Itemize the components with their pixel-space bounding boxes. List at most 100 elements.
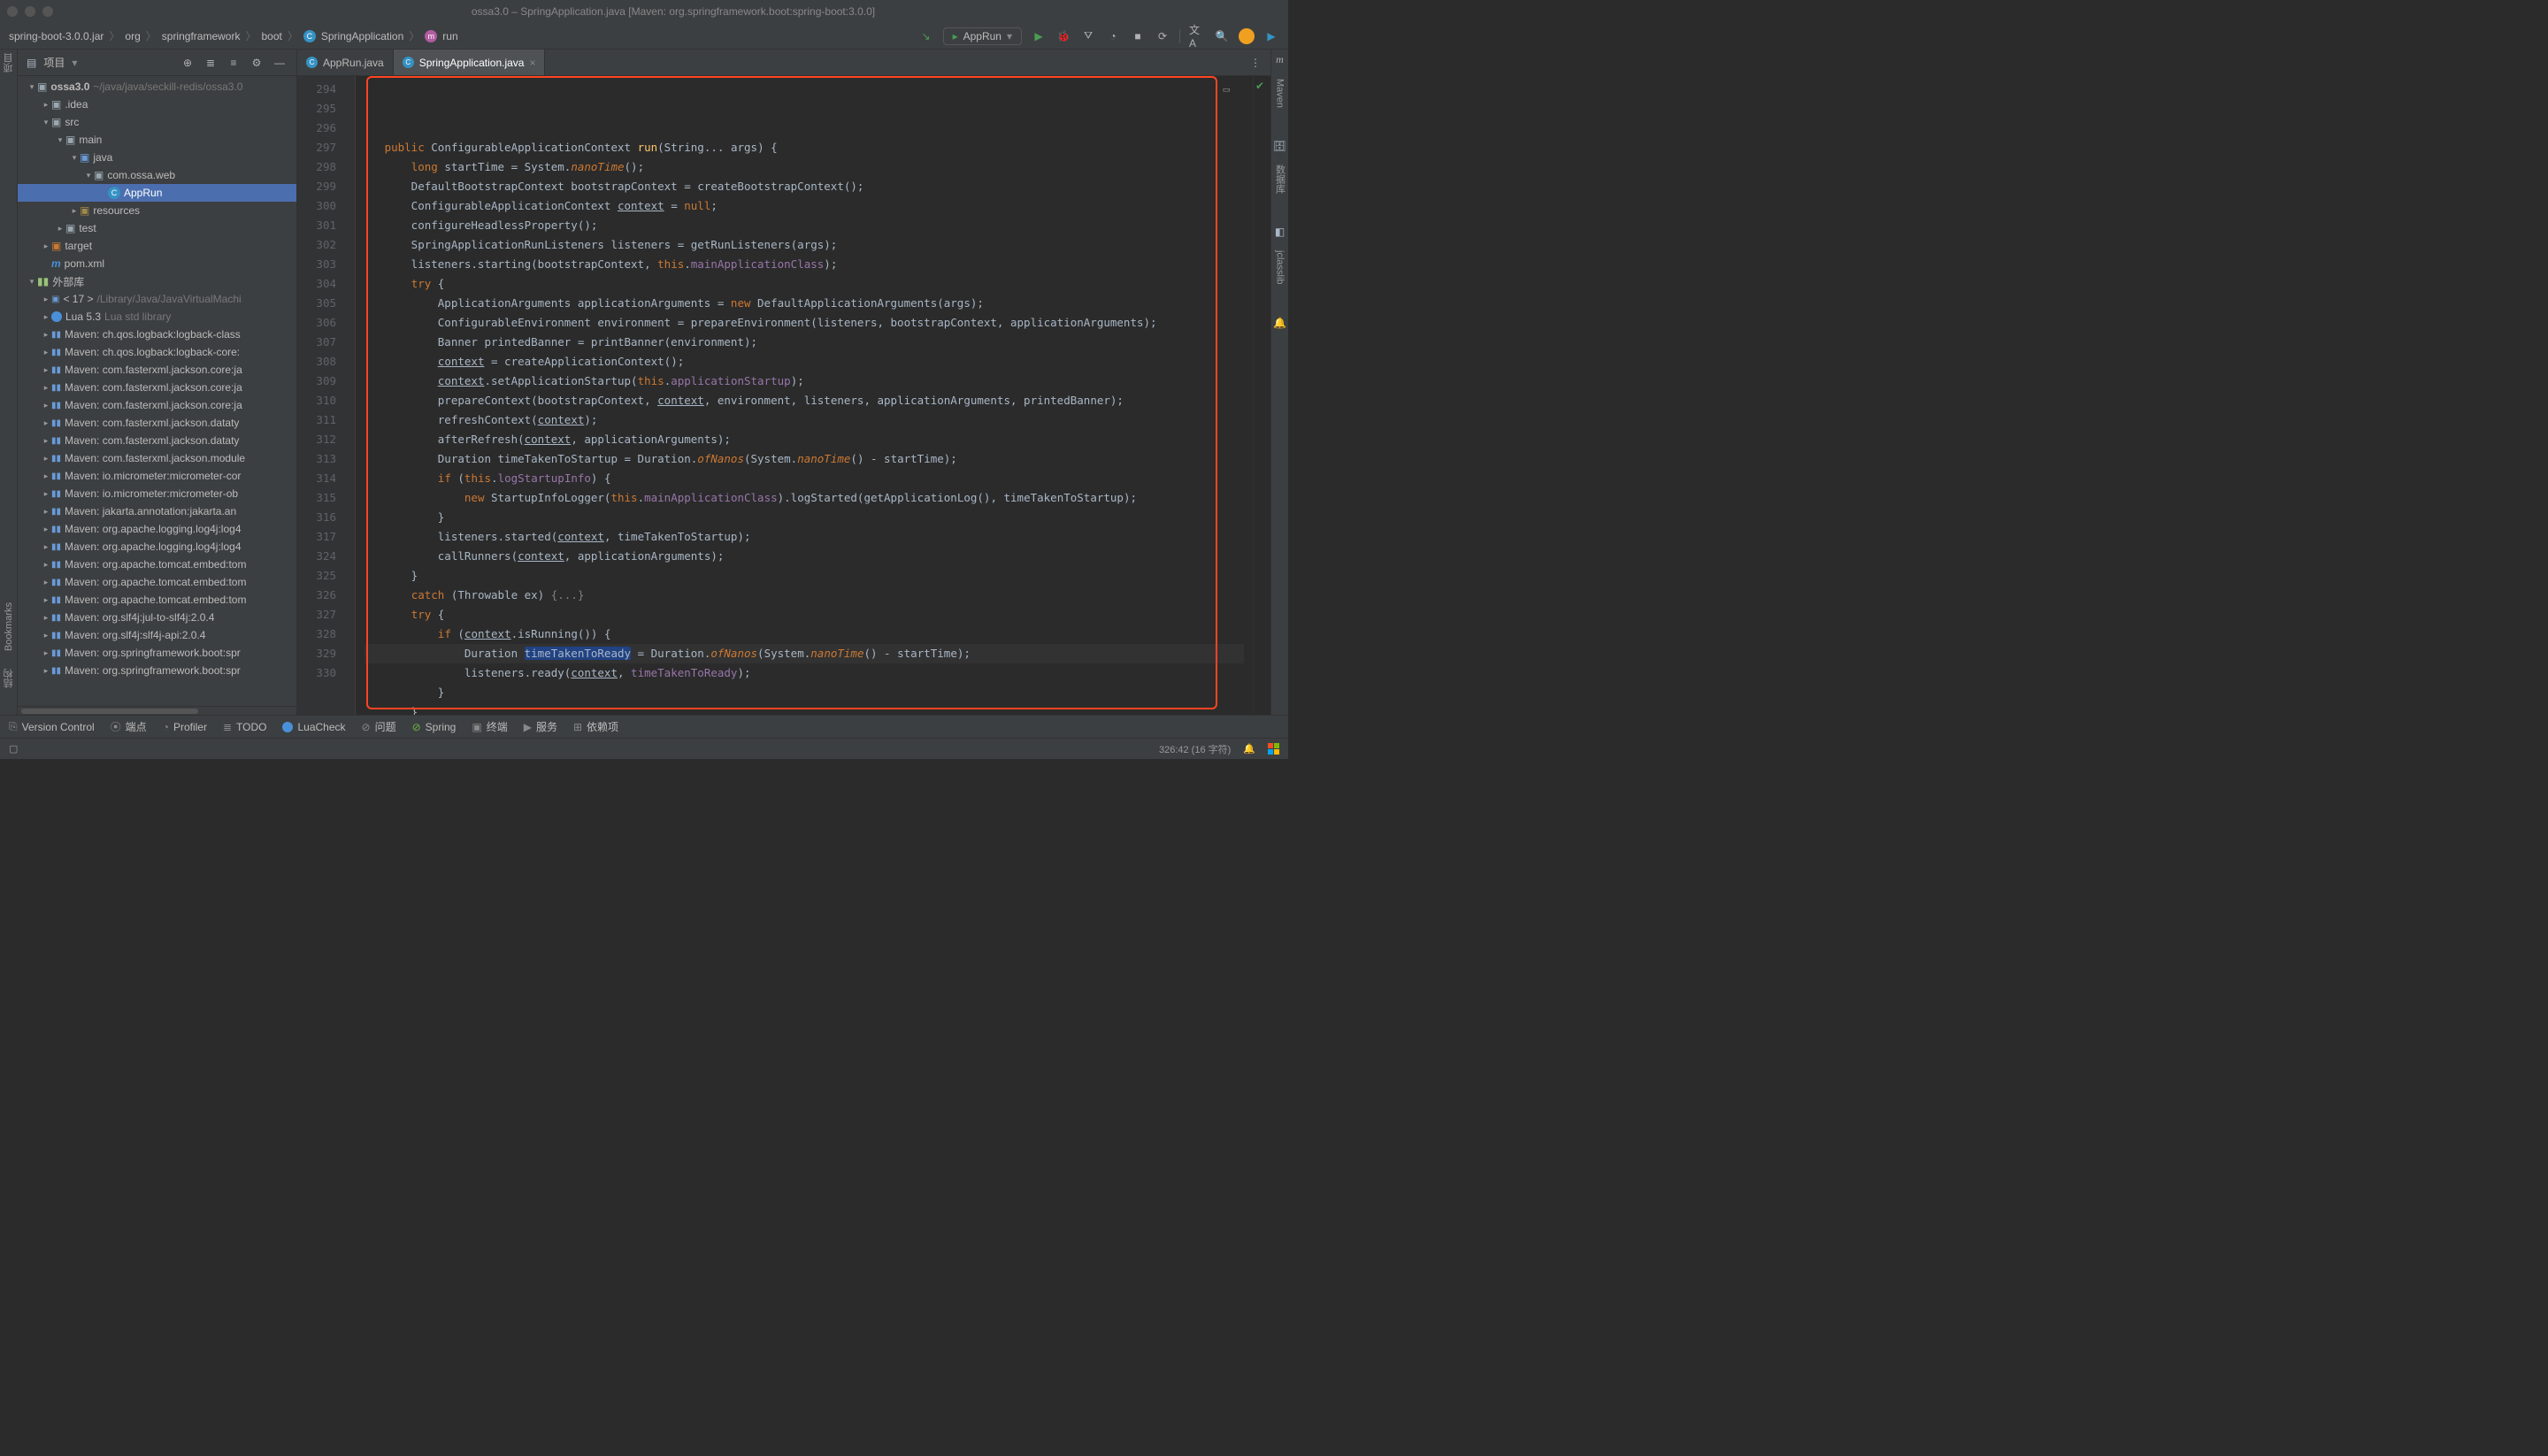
close-icon[interactable]: × [529, 57, 535, 69]
tool-dependencies[interactable]: ⊞依赖项 [573, 719, 618, 734]
tree-lib[interactable]: ▸▮▮Maven: io.micrometer:micrometer-ob [18, 485, 296, 502]
expand-all-icon[interactable]: ≣ [203, 55, 219, 71]
tree-lib[interactable]: ▸▮▮Maven: org.apache.logging.log4j:log4 [18, 520, 296, 538]
coverage-icon[interactable]: ⛛ [1080, 28, 1096, 44]
crumb[interactable]: spring-boot-3.0.0.jar [9, 30, 104, 42]
tree-lib[interactable]: ▸▮▮Maven: org.apache.tomcat.embed:tom [18, 591, 296, 609]
hide-icon[interactable]: — [272, 55, 288, 71]
tree-folder[interactable]: ▾▣main [18, 131, 296, 149]
tree-lib[interactable]: ▸▮▮Maven: com.fasterxml.jackson.dataty [18, 414, 296, 432]
crumb[interactable]: org [125, 30, 140, 42]
close-icon[interactable] [7, 6, 18, 17]
strip-maven[interactable]: Maven [1275, 79, 1286, 108]
tree-lib[interactable]: ▸▮▮Maven: org.slf4j:jul-to-slf4j:2.0.4 [18, 609, 296, 626]
tree-root[interactable]: ▾▣ossa3.0~/java/java/seckill-redis/ossa3… [18, 78, 296, 96]
crumb[interactable]: boot [261, 30, 281, 42]
strip-bookmarks[interactable]: Bookmarks [4, 602, 14, 651]
tool-profiler[interactable]: ◔Profiler [163, 721, 207, 733]
gear-icon[interactable]: ⚙ [249, 55, 265, 71]
strip-structure[interactable]: 结构 [2, 669, 16, 688]
project-tree[interactable]: ▾▣ossa3.0~/java/java/seckill-redis/ossa3… [18, 76, 296, 706]
tree-lib[interactable]: ▸▮▮Maven: com.fasterxml.jackson.module [18, 449, 296, 467]
reader-mode-icon[interactable]: ▭ [1223, 80, 1230, 99]
tree-lib[interactable]: ▸▮▮Maven: org.apache.logging.log4j:log4 [18, 538, 296, 556]
traffic-lights[interactable] [7, 6, 53, 17]
cursor-position[interactable]: 326:42 (16 字符) [1159, 742, 1231, 756]
tab-apprun[interactable]: CAppRun.java [297, 50, 394, 75]
tree-lib[interactable]: ▸Lua 5.3Lua std library [18, 308, 296, 326]
error-stripe[interactable]: ✔ [1253, 76, 1270, 715]
tree-lib[interactable]: ▸▮▮Maven: org.springframework.boot:spr [18, 644, 296, 662]
tree-lib[interactable]: ▸▮▮Maven: com.fasterxml.jackson.core:ja [18, 396, 296, 414]
tree-lib[interactable]: ▸▮▮Maven: org.apache.tomcat.embed:tom [18, 573, 296, 591]
select-opened-icon[interactable]: ⊕ [180, 55, 196, 71]
check-icon: ✔ [1255, 80, 1264, 92]
vcs-update-icon[interactable]: ⟳ [1155, 28, 1170, 44]
tree-lib[interactable]: ▸▮▮Maven: org.springframework.boot:spr [18, 662, 296, 679]
strip-database[interactable]: 数据库 [1273, 165, 1287, 194]
crumb[interactable]: run [442, 30, 457, 42]
zoom-icon[interactable] [42, 6, 53, 17]
database-icon[interactable]: 🗄 [1273, 140, 1286, 152]
tree-package[interactable]: ▾▣com.ossa.web [18, 166, 296, 184]
profile-icon[interactable]: ◔ [1105, 28, 1121, 44]
tree-folder[interactable]: ▸▣target [18, 237, 296, 255]
strip-jclasslib[interactable]: jclasslib [1275, 250, 1286, 285]
scrollbar-horizontal[interactable] [18, 706, 296, 715]
tree-file[interactable]: mpom.xml [18, 255, 296, 272]
minimize-icon[interactable] [25, 6, 35, 17]
tree-lib[interactable]: ▸▮▮Maven: ch.qos.logback:logback-class [18, 326, 296, 343]
tree-lib[interactable]: ▸▮▮Maven: ch.qos.logback:logback-core: [18, 343, 296, 361]
tree-lib[interactable]: ▸▣< 17 >/Library/Java/JavaVirtualMachi [18, 290, 296, 308]
status-icon[interactable]: ▢ [9, 743, 18, 755]
fold-gutter[interactable] [343, 76, 356, 715]
crumb[interactable]: SpringApplication [321, 30, 403, 42]
stop-icon[interactable]: ■ [1130, 28, 1146, 44]
jclasslib-icon[interactable]: ◧ [1275, 226, 1285, 238]
tree-lib[interactable]: ▸▮▮Maven: com.fasterxml.jackson.dataty [18, 432, 296, 449]
tool-luacheck[interactable]: LuaCheck [282, 721, 345, 733]
editor[interactable]: 2942952962972982993003013023033043053063… [297, 76, 1270, 715]
tool-terminal[interactable]: ▣终端 [472, 719, 507, 734]
run-icon[interactable]: ▶ [1031, 28, 1047, 44]
tool-problems[interactable]: ⊘问题 [362, 719, 396, 734]
avatar[interactable] [1239, 28, 1255, 44]
tree-folder[interactable]: ▾▣java [18, 149, 296, 166]
tool-services[interactable]: ▶服务 [524, 719, 557, 734]
crumb[interactable]: springframework [162, 30, 241, 42]
microsoft-icon[interactable] [1268, 743, 1279, 755]
tree-folder[interactable]: ▸▣resources [18, 202, 296, 219]
maven-icon[interactable]: m [1276, 53, 1284, 66]
more-icon[interactable]: ⋮ [1247, 55, 1263, 71]
tree-lib[interactable]: ▸▮▮Maven: com.fasterxml.jackson.core:ja [18, 361, 296, 379]
tab-springapplication[interactable]: CSpringApplication.java× [394, 50, 546, 75]
debug-icon[interactable]: 🐞 [1055, 28, 1071, 44]
right-tool-strip: m Maven 🗄 数据库 ◧ jclasslib 🔔 [1270, 50, 1288, 715]
translate-icon[interactable]: 文A [1189, 28, 1205, 44]
search-icon[interactable]: 🔍 [1214, 28, 1230, 44]
tree-folder[interactable]: ▸▣test [18, 219, 296, 237]
tree-lib[interactable]: ▸▮▮Maven: io.micrometer:micrometer-cor [18, 467, 296, 485]
tree-file-apprun[interactable]: CAppRun [18, 184, 296, 202]
code-area[interactable]: ▭ public ConfigurableApplicationContext … [356, 76, 1253, 715]
notifications-icon[interactable]: 🔔 [1273, 317, 1286, 329]
tree-lib[interactable]: ▸▮▮Maven: org.slf4j:slf4j-api:2.0.4 [18, 626, 296, 644]
tool-vcs[interactable]: ⎘Version Control [9, 720, 95, 733]
collapse-all-icon[interactable]: ≡ [226, 55, 242, 71]
code-with-me-icon[interactable]: ▶ [1263, 28, 1279, 44]
tool-todo[interactable]: ≣TODO [223, 721, 267, 733]
strip-project[interactable]: 项目 [2, 53, 16, 73]
build-icon[interactable]: ↘ [918, 28, 934, 44]
run-config-selector[interactable]: ▸ AppRun ▾ [943, 27, 1022, 45]
tree-folder[interactable]: ▸▣.idea [18, 96, 296, 113]
notification-bell-icon[interactable]: 🔔 [1243, 743, 1255, 755]
breadcrumb[interactable]: spring-boot-3.0.0.jar〉 org〉 springframew… [9, 28, 458, 43]
tree-folder[interactable]: ▾▣src [18, 113, 296, 131]
tree-lib[interactable]: ▸▮▮Maven: com.fasterxml.jackson.core:ja [18, 379, 296, 396]
run-config-label: AppRun [963, 30, 1002, 42]
tool-spring[interactable]: ⊘Spring [412, 721, 457, 733]
tree-external-libs[interactable]: ▾▮▮外部库 [18, 272, 296, 290]
tree-lib[interactable]: ▸▮▮Maven: org.apache.tomcat.embed:tom [18, 556, 296, 573]
tree-lib[interactable]: ▸▮▮Maven: jakarta.annotation:jakarta.an [18, 502, 296, 520]
tool-endpoints[interactable]: ⦿端点 [111, 719, 147, 734]
